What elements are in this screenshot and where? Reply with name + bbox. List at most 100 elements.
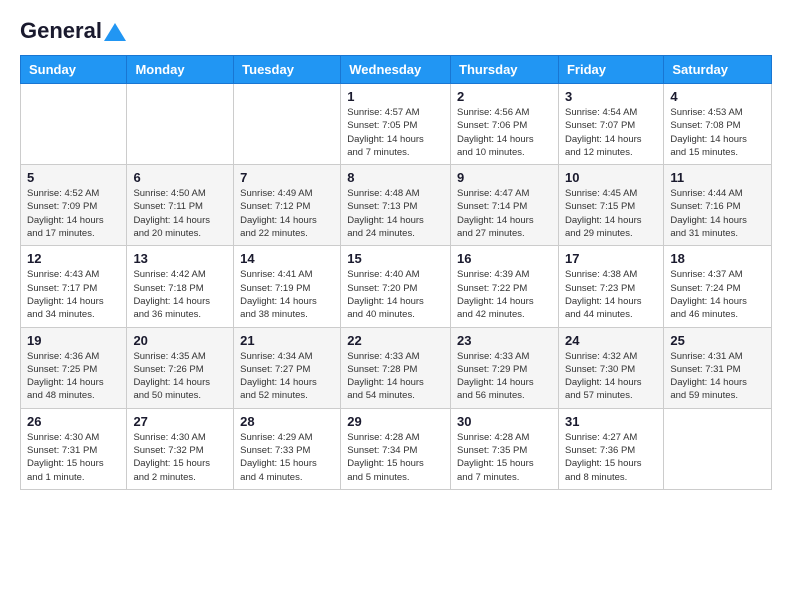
day-info: Sunrise: 4:54 AM Sunset: 7:07 PM Dayligh… [565, 106, 657, 159]
day-number: 8 [347, 170, 444, 185]
calendar-cell: 13 Sunrise: 4:42 AM Sunset: 7:18 PM Dayli… [127, 246, 234, 327]
day-info: Sunrise: 4:38 AM Sunset: 7:23 PM Dayligh… [565, 268, 657, 321]
day-number: 20 [133, 333, 227, 348]
calendar-cell: 27 Sunrise: 4:30 AM Sunset: 7:32 PM Dayli… [127, 408, 234, 489]
day-info: Sunrise: 4:56 AM Sunset: 7:06 PM Dayligh… [457, 106, 552, 159]
day-number: 27 [133, 414, 227, 429]
day-number: 10 [565, 170, 657, 185]
day-info: Sunrise: 4:36 AM Sunset: 7:25 PM Dayligh… [27, 350, 120, 403]
day-info: Sunrise: 4:37 AM Sunset: 7:24 PM Dayligh… [670, 268, 765, 321]
day-info: Sunrise: 4:57 AM Sunset: 7:05 PM Dayligh… [347, 106, 444, 159]
day-number: 9 [457, 170, 552, 185]
calendar-cell: 26 Sunrise: 4:30 AM Sunset: 7:31 PM Dayli… [21, 408, 127, 489]
calendar-cell: 21 Sunrise: 4:34 AM Sunset: 7:27 PM Dayli… [234, 327, 341, 408]
calendar-cell: 14 Sunrise: 4:41 AM Sunset: 7:19 PM Dayli… [234, 246, 341, 327]
page-header: General [20, 20, 772, 40]
calendar-cell: 29 Sunrise: 4:28 AM Sunset: 7:34 PM Dayli… [341, 408, 451, 489]
day-number: 16 [457, 251, 552, 266]
day-info: Sunrise: 4:47 AM Sunset: 7:14 PM Dayligh… [457, 187, 552, 240]
calendar-cell: 30 Sunrise: 4:28 AM Sunset: 7:35 PM Dayli… [451, 408, 559, 489]
calendar-cell: 10 Sunrise: 4:45 AM Sunset: 7:15 PM Dayli… [558, 165, 663, 246]
calendar-cell: 23 Sunrise: 4:33 AM Sunset: 7:29 PM Dayli… [451, 327, 559, 408]
day-info: Sunrise: 4:45 AM Sunset: 7:15 PM Dayligh… [565, 187, 657, 240]
calendar-cell [21, 84, 127, 165]
day-info: Sunrise: 4:44 AM Sunset: 7:16 PM Dayligh… [670, 187, 765, 240]
logo-triangle-icon [104, 23, 126, 41]
day-number: 24 [565, 333, 657, 348]
col-header-monday: Monday [127, 56, 234, 84]
calendar-cell: 11 Sunrise: 4:44 AM Sunset: 7:16 PM Dayli… [664, 165, 772, 246]
calendar-cell [127, 84, 234, 165]
day-number: 19 [27, 333, 120, 348]
day-info: Sunrise: 4:34 AM Sunset: 7:27 PM Dayligh… [240, 350, 334, 403]
day-number: 6 [133, 170, 227, 185]
day-info: Sunrise: 4:49 AM Sunset: 7:12 PM Dayligh… [240, 187, 334, 240]
day-number: 28 [240, 414, 334, 429]
day-number: 23 [457, 333, 552, 348]
day-number: 31 [565, 414, 657, 429]
day-number: 3 [565, 89, 657, 104]
calendar-cell: 6 Sunrise: 4:50 AM Sunset: 7:11 PM Daylig… [127, 165, 234, 246]
day-number: 25 [670, 333, 765, 348]
day-number: 26 [27, 414, 120, 429]
calendar-cell: 12Sunrise: 4:43 AM Sunset: 7:17 PM Dayli… [21, 246, 127, 327]
calendar-week-row: 26 Sunrise: 4:30 AM Sunset: 7:31 PM Dayli… [21, 408, 772, 489]
calendar-week-row: 12Sunrise: 4:43 AM Sunset: 7:17 PM Dayli… [21, 246, 772, 327]
day-info: Sunrise: 4:42 AM Sunset: 7:18 PM Dayligh… [133, 268, 227, 321]
day-info: Sunrise: 4:30 AM Sunset: 7:31 PM Dayligh… [27, 431, 120, 484]
col-header-friday: Friday [558, 56, 663, 84]
col-header-wednesday: Wednesday [341, 56, 451, 84]
calendar-cell [234, 84, 341, 165]
calendar-cell: 25 Sunrise: 4:31 AM Sunset: 7:31 PM Dayli… [664, 327, 772, 408]
calendar-cell: 31Sunrise: 4:27 AM Sunset: 7:36 PM Dayli… [558, 408, 663, 489]
day-info: Sunrise: 4:39 AM Sunset: 7:22 PM Dayligh… [457, 268, 552, 321]
day-info: Sunrise: 4:40 AM Sunset: 7:20 PM Dayligh… [347, 268, 444, 321]
day-info: Sunrise: 4:30 AM Sunset: 7:32 PM Dayligh… [133, 431, 227, 484]
calendar-header-row: SundayMondayTuesdayWednesdayThursdayFrid… [21, 56, 772, 84]
calendar-cell: 7Sunrise: 4:49 AM Sunset: 7:12 PM Daylig… [234, 165, 341, 246]
day-info: Sunrise: 4:32 AM Sunset: 7:30 PM Dayligh… [565, 350, 657, 403]
day-number: 11 [670, 170, 765, 185]
day-number: 17 [565, 251, 657, 266]
calendar-table: SundayMondayTuesdayWednesdayThursdayFrid… [20, 55, 772, 490]
day-number: 5 [27, 170, 120, 185]
calendar-cell: 8Sunrise: 4:48 AM Sunset: 7:13 PM Daylig… [341, 165, 451, 246]
calendar-cell: 17 Sunrise: 4:38 AM Sunset: 7:23 PM Dayli… [558, 246, 663, 327]
day-info: Sunrise: 4:52 AM Sunset: 7:09 PM Dayligh… [27, 187, 120, 240]
day-info: Sunrise: 4:28 AM Sunset: 7:34 PM Dayligh… [347, 431, 444, 484]
calendar-cell: 18 Sunrise: 4:37 AM Sunset: 7:24 PM Dayli… [664, 246, 772, 327]
day-info: Sunrise: 4:35 AM Sunset: 7:26 PM Dayligh… [133, 350, 227, 403]
day-number: 21 [240, 333, 334, 348]
day-info: Sunrise: 4:53 AM Sunset: 7:08 PM Dayligh… [670, 106, 765, 159]
day-number: 4 [670, 89, 765, 104]
calendar-cell: 5 Sunrise: 4:52 AM Sunset: 7:09 PM Daylig… [21, 165, 127, 246]
day-number: 12 [27, 251, 120, 266]
day-info: Sunrise: 4:33 AM Sunset: 7:29 PM Dayligh… [457, 350, 552, 403]
day-info: Sunrise: 4:33 AM Sunset: 7:28 PM Dayligh… [347, 350, 444, 403]
calendar-cell: 9 Sunrise: 4:47 AM Sunset: 7:14 PM Daylig… [451, 165, 559, 246]
calendar-cell: 4 Sunrise: 4:53 AM Sunset: 7:08 PM Daylig… [664, 84, 772, 165]
col-header-tuesday: Tuesday [234, 56, 341, 84]
calendar-cell [664, 408, 772, 489]
calendar-cell: 15 Sunrise: 4:40 AM Sunset: 7:20 PM Dayli… [341, 246, 451, 327]
day-number: 1 [347, 89, 444, 104]
calendar-cell: 28Sunrise: 4:29 AM Sunset: 7:33 PM Dayli… [234, 408, 341, 489]
logo: General [20, 20, 126, 40]
day-number: 30 [457, 414, 552, 429]
day-number: 14 [240, 251, 334, 266]
day-number: 29 [347, 414, 444, 429]
day-number: 13 [133, 251, 227, 266]
calendar-cell: 22Sunrise: 4:33 AM Sunset: 7:28 PM Dayli… [341, 327, 451, 408]
calendar-cell: 3 Sunrise: 4:54 AM Sunset: 7:07 PM Daylig… [558, 84, 663, 165]
day-number: 18 [670, 251, 765, 266]
day-info: Sunrise: 4:41 AM Sunset: 7:19 PM Dayligh… [240, 268, 334, 321]
day-info: Sunrise: 4:28 AM Sunset: 7:35 PM Dayligh… [457, 431, 552, 484]
col-header-sunday: Sunday [21, 56, 127, 84]
day-number: 2 [457, 89, 552, 104]
calendar-cell: 16 Sunrise: 4:39 AM Sunset: 7:22 PM Dayli… [451, 246, 559, 327]
day-info: Sunrise: 4:50 AM Sunset: 7:11 PM Dayligh… [133, 187, 227, 240]
day-info: Sunrise: 4:31 AM Sunset: 7:31 PM Dayligh… [670, 350, 765, 403]
day-number: 15 [347, 251, 444, 266]
calendar-cell: 19 Sunrise: 4:36 AM Sunset: 7:25 PM Dayli… [21, 327, 127, 408]
calendar-cell: 2 Sunrise: 4:56 AM Sunset: 7:06 PM Daylig… [451, 84, 559, 165]
